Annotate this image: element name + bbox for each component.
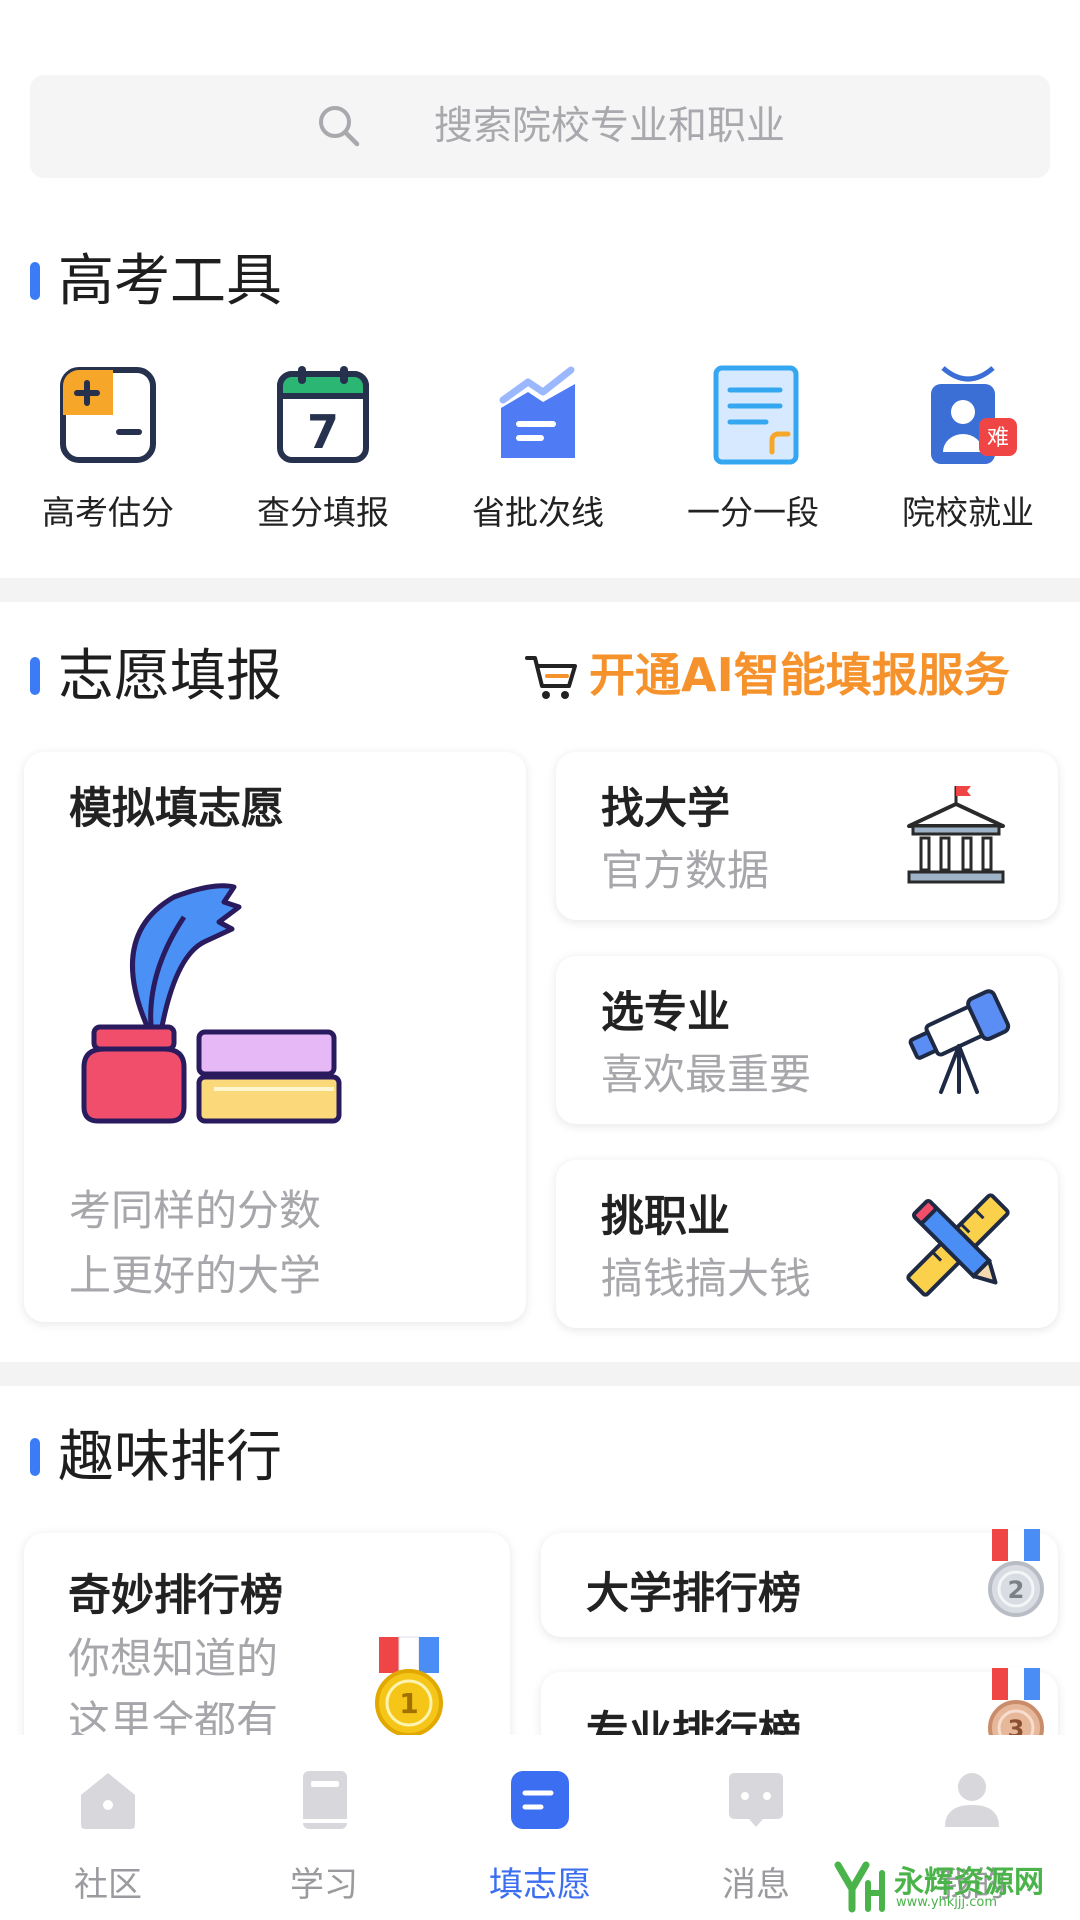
svg-text:7: 7 bbox=[307, 405, 339, 459]
card-title: 大学排行榜 bbox=[586, 1569, 801, 1619]
card-title: 找大学 bbox=[601, 784, 730, 834]
book-icon bbox=[303, 1771, 347, 1829]
card-subtitle-line2: 上更好的大学 bbox=[69, 1251, 322, 1300]
card-subtitle: 喜欢最重要 bbox=[601, 1050, 812, 1099]
document-icon bbox=[713, 365, 799, 465]
tool-label: 高考估分 bbox=[42, 493, 174, 532]
choose-major-card[interactable]: 选专业 喜欢最重要 bbox=[556, 956, 1058, 1124]
section-accent-bar bbox=[30, 262, 40, 300]
card-title: 奇妙排行榜 bbox=[68, 1571, 283, 1621]
tool-college-employment[interactable]: 难 院校就业 bbox=[868, 360, 1068, 535]
section-title: 志愿填报 bbox=[58, 644, 282, 709]
section-accent-bar bbox=[30, 1438, 40, 1476]
section-divider bbox=[0, 578, 1080, 602]
nav-label: 填志愿 bbox=[489, 1865, 591, 1905]
svg-text:2: 2 bbox=[1008, 1576, 1025, 1604]
calculator-icon bbox=[60, 367, 156, 463]
user-icon bbox=[945, 1773, 999, 1827]
home-icon bbox=[81, 1773, 135, 1829]
ruler-pencil-icon bbox=[906, 1193, 1010, 1297]
tool-label: 省批次线 bbox=[472, 493, 604, 532]
card-title: 挑职业 bbox=[601, 1192, 730, 1242]
telescope-icon bbox=[908, 989, 1011, 1094]
section-title: 趣味排行 bbox=[58, 1425, 282, 1490]
university-building-icon bbox=[907, 786, 1005, 884]
gold-medal-icon: 1 bbox=[375, 1636, 443, 1737]
section-divider bbox=[0, 1362, 1080, 1386]
tool-label: 查分填报 bbox=[257, 493, 389, 532]
silver-medal-icon: 2 bbox=[988, 1529, 1044, 1617]
nav-community[interactable]: 社区 bbox=[0, 1735, 216, 1920]
search-icon bbox=[319, 106, 360, 147]
nav-label: 社区 bbox=[74, 1865, 142, 1905]
employee-badge-icon: 难 bbox=[931, 366, 1017, 464]
shopping-cart-icon bbox=[525, 656, 577, 699]
ai-service-text: 开通AI智能填报服务 bbox=[589, 648, 1010, 702]
trend-chart-icon bbox=[499, 366, 575, 458]
watermark-logo-icon bbox=[834, 1861, 885, 1913]
card-title: 模拟填志愿 bbox=[69, 784, 284, 834]
university-ranking-card[interactable]: 大学排行榜 2 bbox=[541, 1529, 1058, 1637]
tool-score-segment[interactable]: 一分一段 bbox=[653, 360, 853, 535]
tool-check-score[interactable]: 7 查分填报 bbox=[223, 360, 423, 535]
tool-label: 院校就业 bbox=[902, 493, 1034, 532]
card-subtitle: 搞钱搞大钱 bbox=[601, 1254, 812, 1303]
nav-study[interactable]: 学习 bbox=[216, 1735, 432, 1920]
tools-row: 高考估分 7 查分填报 省批次线 一分一段 难 院校就业 bbox=[0, 360, 1080, 535]
tool-score-estimate[interactable]: 高考估分 bbox=[8, 360, 208, 535]
form-icon bbox=[511, 1771, 569, 1829]
svg-text:难: 难 bbox=[987, 426, 1009, 451]
card-subtitle-line1: 你想知道的 bbox=[68, 1634, 279, 1683]
find-university-card[interactable]: 找大学 官方数据 bbox=[556, 752, 1058, 920]
search-placeholder: 搜索院校专业和职业 bbox=[434, 104, 786, 149]
simulate-volunteer-card[interactable]: 模拟填志愿 考同样的分数 上更好的大学 bbox=[24, 752, 526, 1322]
nav-label: 学习 bbox=[290, 1865, 358, 1905]
tool-province-line[interactable]: 省批次线 bbox=[438, 360, 638, 535]
nav-volunteer[interactable]: 填志愿 bbox=[432, 1735, 648, 1920]
card-subtitle-line1: 考同样的分数 bbox=[69, 1186, 322, 1235]
calendar-icon: 7 bbox=[277, 366, 369, 463]
watermark: 永辉资源网 www.yhkjjj.com bbox=[830, 1855, 1080, 1920]
search-bar[interactable]: 搜索院校专业和职业 bbox=[30, 75, 1050, 178]
ai-service-link[interactable]: 开通AI智能填报服务 bbox=[525, 640, 1050, 710]
card-title: 选专业 bbox=[601, 988, 730, 1038]
svg-text:1: 1 bbox=[399, 1687, 418, 1720]
watermark-url: www.yhkjjj.com bbox=[896, 1895, 998, 1910]
chat-icon bbox=[729, 1773, 783, 1827]
ink-books-illustration bbox=[81, 883, 342, 1124]
pick-career-card[interactable]: 挑职业 搞钱搞大钱 bbox=[556, 1160, 1058, 1328]
card-subtitle: 官方数据 bbox=[601, 846, 770, 895]
section-title: 高考工具 bbox=[58, 249, 282, 314]
section-accent-bar bbox=[30, 657, 40, 695]
tool-label: 一分一段 bbox=[687, 493, 819, 532]
